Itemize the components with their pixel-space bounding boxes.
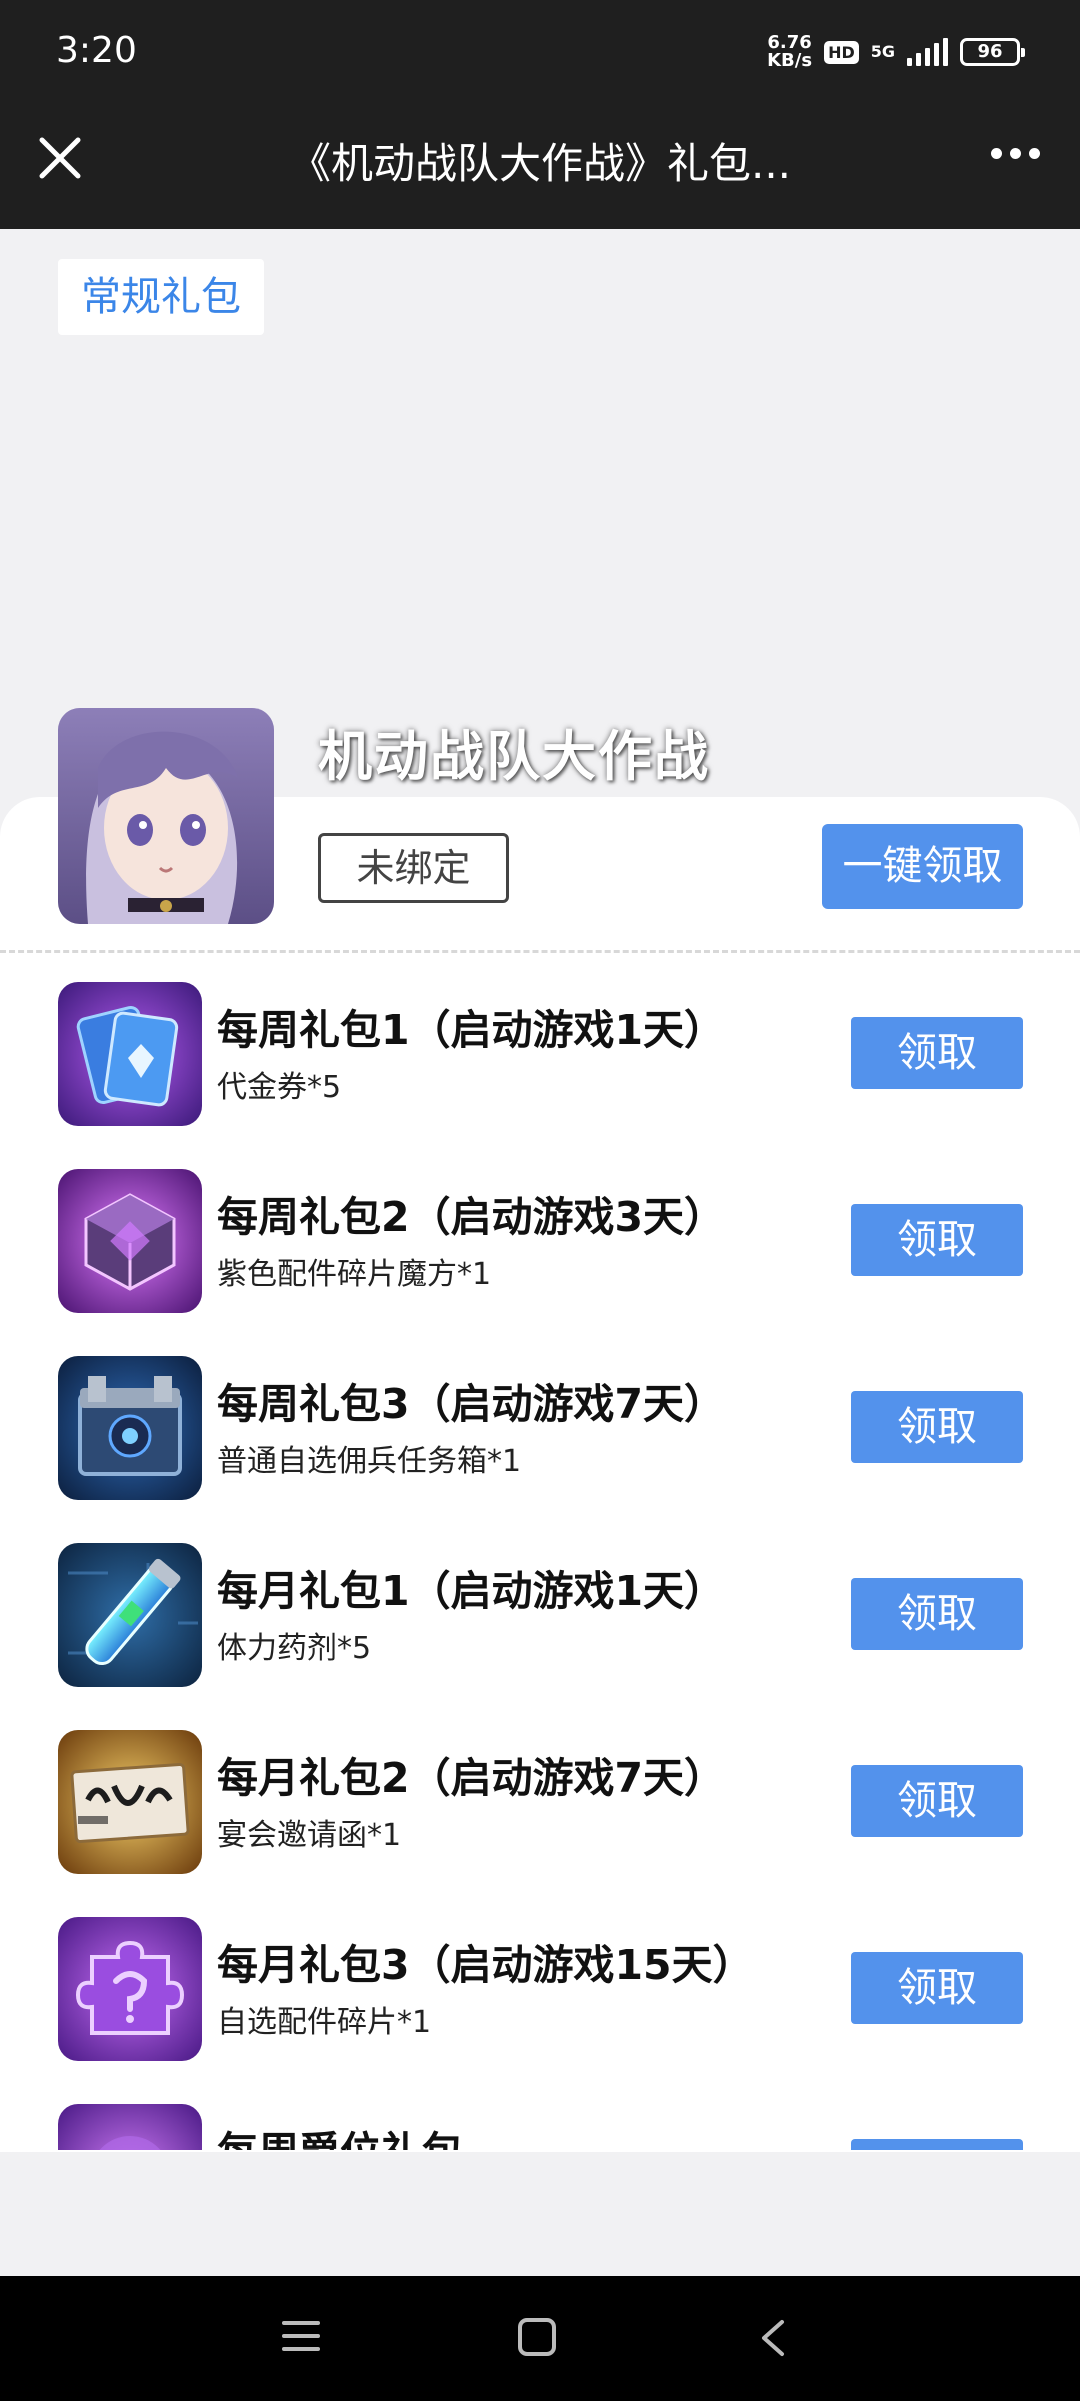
5g-icon: 5G [870,42,895,61]
gift-title: 每月礼包3（启动游戏15天） [217,1941,754,1989]
status-icons: 6.76 KB/s HD 5G 96 [767,34,1025,70]
gift-title: 每周爵位礼包 [217,2118,463,2150]
gift-description: 体力药剂*5 [217,1631,372,1666]
tab-regular-gifts[interactable]: 常规礼包 [58,259,264,335]
back-button[interactable] [752,2316,796,2360]
home-button[interactable] [518,2318,556,2356]
game-avatar [58,708,274,924]
list-item: 每周爵位礼包 领取 [0,2102,1080,2150]
signal-strength-icon [907,38,948,66]
list-item: 每月礼包2（启动游戏7天） 宴会邀请函*1 领取 [0,1728,1080,1915]
menu-line-icon [282,2347,320,2351]
bind-status-button[interactable]: 未绑定 [318,833,509,903]
menu-line-icon [282,2334,320,2338]
puzzle-piece-icon [58,1917,202,2061]
gift-description: 宴会邀请函*1 [217,1818,402,1853]
page-title: 《机动战队大作战》礼包... [288,139,792,188]
network-speed: 6.76 KB/s [767,34,812,70]
more-dot-icon [1029,148,1040,159]
back-arrow-icon [762,2320,784,2356]
list-item: 每周礼包1（启动游戏1天） 代金券*5 领取 [0,980,1080,1167]
more-dot-icon [1010,148,1021,159]
gift-title: 每周礼包1（启动游戏1天） [217,1006,726,1054]
claim-button[interactable]: 领取 [851,1578,1023,1650]
recent-apps-button[interactable] [282,2321,320,2360]
gift-title: 每月礼包1（启动游戏1天） [217,1567,726,1615]
hd-icon: HD [824,40,859,64]
top-bar: 3:20 6.76 KB/s HD 5G 96 《机动战队大作战》礼包... [0,0,1080,229]
claim-button[interactable]: 领取 [851,1017,1023,1089]
gift-title: 每月礼包2（启动游戏7天） [217,1754,726,1802]
claim-button[interactable]: 领取 [851,1952,1023,2024]
gift-description: 紫色配件碎片魔方*1 [217,1257,492,1292]
stamina-potion-icon [58,1543,202,1687]
gift-list: 每周礼包1（启动游戏1天） 代金券*5 领取 每周礼包2（启动游戏3天） 紫色配… [0,980,1080,2150]
page-footer-area [0,2152,1080,2276]
gift-description: 代金券*5 [217,1070,342,1105]
more-options-button[interactable] [991,148,1040,159]
gift-title: 每周礼包3（启动游戏7天） [217,1380,726,1428]
list-item: 每周礼包3（启动游戏7天） 普通自选佣兵任务箱*1 领取 [0,1354,1080,1541]
list-item: 每周礼包2（启动游戏3天） 紫色配件碎片魔方*1 领取 [0,1167,1080,1354]
gift-description: 自选配件碎片*1 [217,2005,432,2040]
menu-line-icon [282,2321,320,2325]
claim-button[interactable]: 领取 [851,1204,1023,1276]
purple-cube-icon [58,1169,202,1313]
battery-icon: 96 [960,38,1025,66]
dashed-divider [0,950,1080,953]
system-navigation-bar [0,2276,1080,2401]
gift-description: 普通自选佣兵任务箱*1 [217,1444,522,1479]
more-dot-icon [991,148,1002,159]
claim-button[interactable]: 领取 [851,2139,1023,2150]
list-item: 每月礼包1（启动游戏1天） 体力药剂*5 领取 [0,1541,1080,1728]
claim-all-button[interactable]: 一键领取 [822,824,1023,909]
banquet-invitation-icon [58,1730,202,1874]
gift-title: 每周礼包2（启动游戏3天） [217,1193,726,1241]
status-time: 3:20 [56,30,137,71]
close-button[interactable] [30,128,90,188]
anime-character-icon [58,708,274,924]
claim-button[interactable]: 领取 [851,1765,1023,1837]
voucher-cards-icon [58,982,202,1126]
game-name: 机动战队大作战 [318,725,710,788]
network-speed-unit: KB/s [767,50,813,71]
title-gift-icon [58,2104,202,2150]
close-icon [39,137,81,179]
mercenary-box-icon [58,1356,202,1500]
claim-button[interactable]: 领取 [851,1391,1023,1463]
list-item: 每月礼包3（启动游戏15天） 自选配件碎片*1 领取 [0,1915,1080,2102]
